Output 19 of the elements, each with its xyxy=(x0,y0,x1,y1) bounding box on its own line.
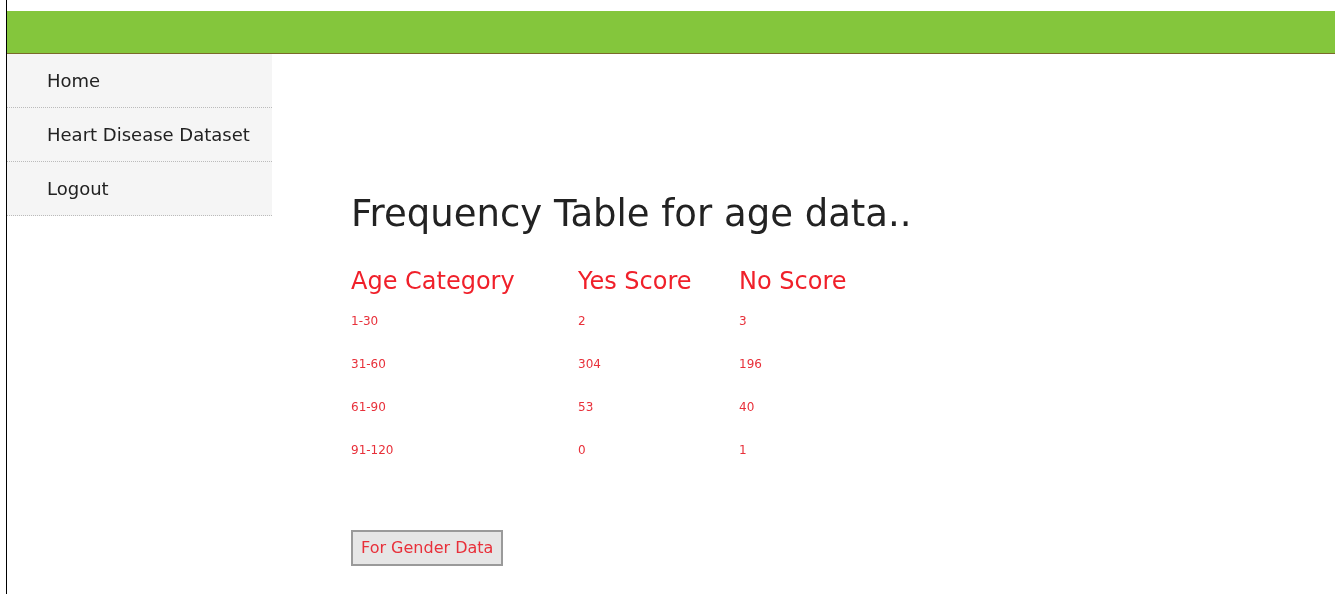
table-cell-text: 53 xyxy=(578,399,595,416)
table-cell-text: 196 xyxy=(739,356,763,373)
nav-link[interactable]: Heart Disease Dataset xyxy=(7,108,272,162)
column-header: Age Category xyxy=(351,266,516,297)
table-cell-text: 3 xyxy=(739,313,748,330)
table-cell-text: 304 xyxy=(578,356,602,373)
table-cell-text: 1-30 xyxy=(351,313,380,330)
nav-link[interactable]: Home xyxy=(7,54,272,108)
table-cell-text: 0 xyxy=(578,442,587,459)
column-header: Yes Score xyxy=(578,266,693,297)
nav-link[interactable]: Logout xyxy=(7,162,272,216)
table-cell-text: 2 xyxy=(578,313,587,330)
table-cell-text: 31-60 xyxy=(351,356,387,373)
column-header: No Score xyxy=(739,266,848,297)
table-cell-text: 61-90 xyxy=(351,399,387,416)
page-heading: Frequency Table for age data.. xyxy=(351,191,912,237)
table-cell-text: 1 xyxy=(739,442,748,459)
table-cell-text: 40 xyxy=(739,399,756,416)
table-cell-text: 91-120 xyxy=(351,442,395,459)
